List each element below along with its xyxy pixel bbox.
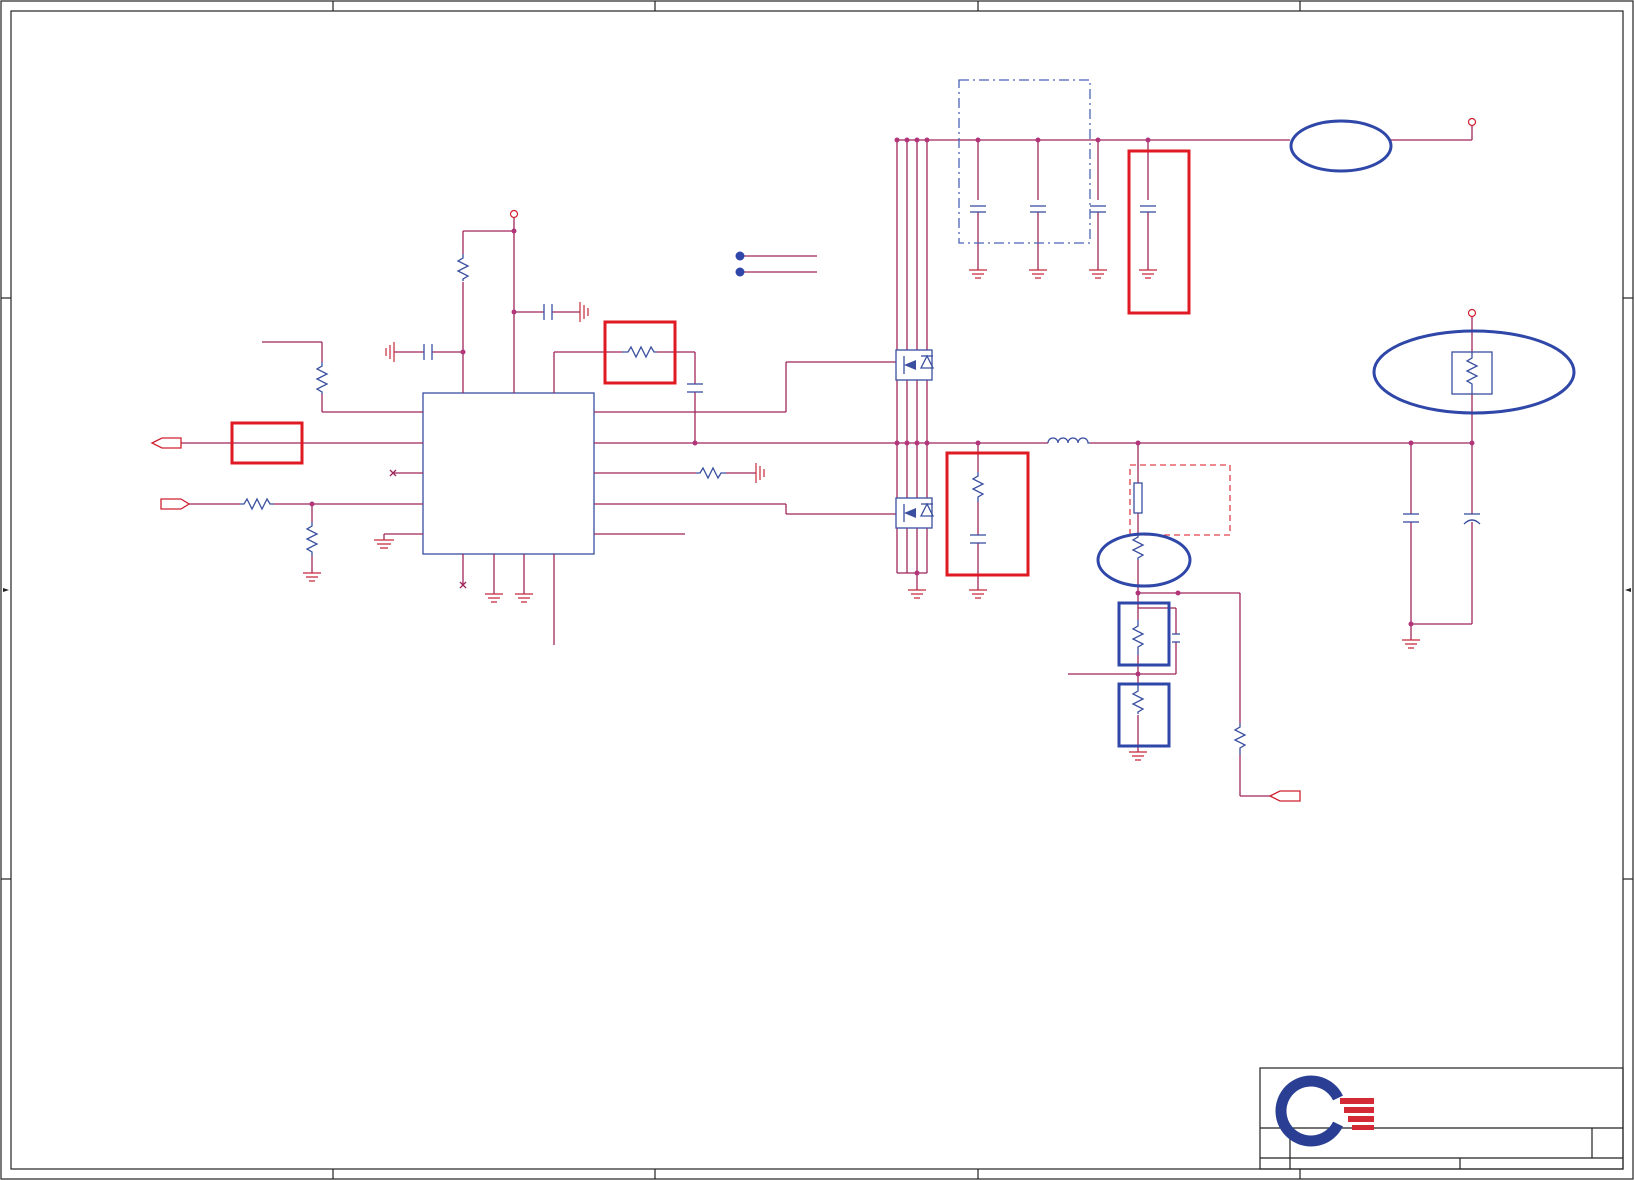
port-left-input [160, 498, 191, 510]
highlight-box-snubber [945, 451, 1030, 577]
highlight-ellipse-feedback-top [1096, 532, 1192, 588]
highlight-ellipse-load-resistor [1372, 329, 1576, 415]
output-inductor [1047, 437, 1090, 444]
schematic-sheet [0, 0, 1634, 1180]
title-block [1259, 1067, 1624, 1170]
port-left-output [150, 437, 182, 449]
highlight-ellipse-input-rail [1289, 119, 1393, 173]
high-side-mosfet [895, 349, 935, 381]
controller-ic[interactable] [422, 392, 595, 555]
port-right-output [1268, 790, 1301, 802]
dashed-group-output-sense [1129, 464, 1231, 536]
highlight-box-bulk-cap [1127, 149, 1191, 315]
company-logo-icon [1275, 1075, 1374, 1147]
low-side-mosfet [895, 497, 935, 529]
wires [180, 126, 1473, 797]
dashed-group-input-caps [958, 79, 1091, 244]
highlight-box-feedback-lower [1117, 682, 1171, 748]
sheet-frame [0, 0, 1634, 1180]
